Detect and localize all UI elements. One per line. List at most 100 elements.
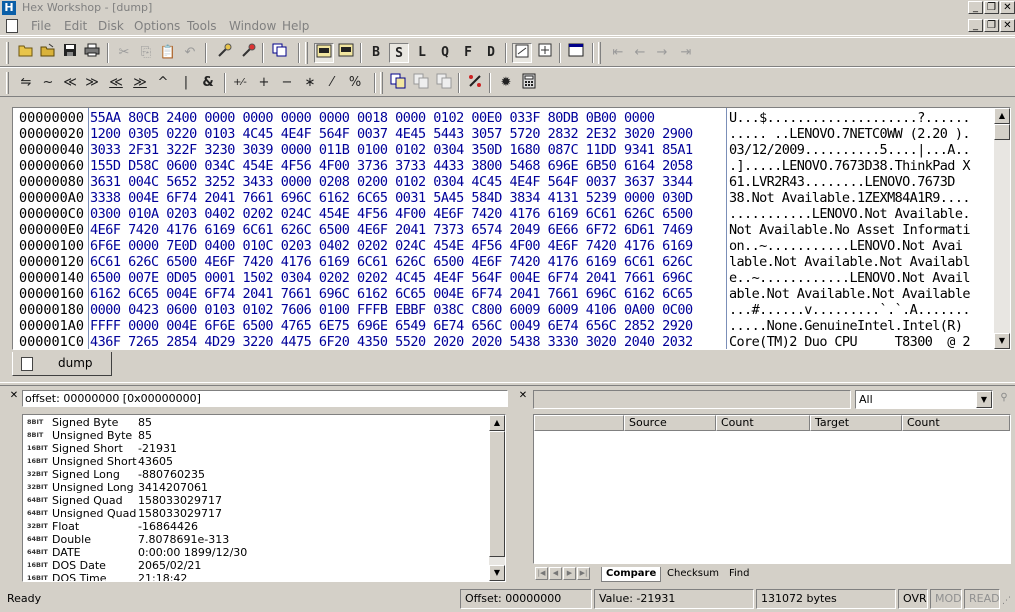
- document-icon[interactable]: [6, 19, 18, 33]
- hex-row-ascii[interactable]: on..~...........LENOVO.Not Avai: [729, 238, 963, 254]
- hex-row-bytes[interactable]: 1200 0305 0220 0103 4C45 4E4F 564F 0037 …: [90, 126, 693, 142]
- inspector-value[interactable]: 85: [138, 416, 152, 429]
- hex-vertical-scrollbar[interactable]: ▲ ▼: [994, 108, 1010, 349]
- hex-row-ascii[interactable]: U...$....................?......: [729, 110, 970, 126]
- menu-window[interactable]: Window: [229, 18, 276, 34]
- save-icon[interactable]: [60, 43, 80, 63]
- tab-checksum[interactable]: Checksum: [663, 567, 723, 582]
- byte-order-icon[interactable]: [512, 43, 532, 63]
- bitwise-and-icon[interactable]: &: [198, 73, 218, 93]
- inspector-row[interactable]: 32BIT Float -16864426: [23, 520, 489, 533]
- open-folder-icon[interactable]: [16, 43, 36, 63]
- menu-edit[interactable]: Edit: [64, 18, 87, 34]
- hex-row-ascii[interactable]: .].....LENOVO.7673D38.ThinkPad X: [729, 158, 970, 174]
- hex-row-bytes[interactable]: 6500 007E 0D05 0001 1502 0304 0202 0202 …: [90, 270, 693, 286]
- inspector-row[interactable]: 64BIT DATE 0:00:00 1899/12/30: [23, 546, 489, 559]
- inspector-value[interactable]: -21931: [138, 442, 177, 455]
- add-icon[interactable]: +: [254, 73, 274, 93]
- swap-icon[interactable]: ⇋: [16, 73, 36, 93]
- goto-end-icon[interactable]: ⇥: [676, 43, 696, 63]
- compare-prev-icon[interactable]: [434, 73, 454, 93]
- hex-row-ascii[interactable]: 61.LVR2R43........LENOVO.7673D: [729, 174, 955, 190]
- inspector-row[interactable]: 8BIT Unsigned Byte 85: [23, 429, 489, 442]
- inspector-row[interactable]: 16BIT Unsigned Short 43605: [23, 455, 489, 468]
- hex-row-ascii[interactable]: .....None.GenuineIntel.Intel(R): [729, 318, 970, 334]
- format-quad-button[interactable]: Q: [435, 43, 455, 63]
- mdi-close-button[interactable]: ✕: [1000, 19, 1015, 32]
- last-tab-icon[interactable]: ▶|: [577, 567, 590, 580]
- toolbar-grip[interactable]: [380, 72, 383, 94]
- compare-next-icon[interactable]: [411, 73, 431, 93]
- tab-compare[interactable]: Compare: [601, 567, 662, 582]
- bitwise-or-icon[interactable]: |: [176, 73, 196, 93]
- inspector-row[interactable]: 16BIT Signed Short -21931: [23, 442, 489, 455]
- hex-row-ascii[interactable]: Core(TM)2 Duo CPU T8300 @ 2: [729, 334, 970, 350]
- offset-field[interactable]: offset: 00000000 [0x00000000]: [22, 390, 508, 407]
- chevron-down-icon[interactable]: ▼: [976, 391, 992, 408]
- menu-help[interactable]: Help: [282, 18, 309, 34]
- subtract-icon[interactable]: −: [277, 73, 297, 93]
- format-short-button[interactable]: S: [389, 43, 409, 63]
- back-icon[interactable]: ←: [630, 43, 650, 63]
- status-ovr[interactable]: OVR: [898, 589, 928, 609]
- hex-row-ascii[interactable]: ...#......v.........`.`.A.......: [729, 302, 970, 318]
- hex-row-ascii[interactable]: ..... ..LENOVO.7NETC0WW (2.20 ).: [729, 126, 970, 142]
- panel-layout-icon[interactable]: [566, 43, 586, 63]
- close-button[interactable]: ✕: [1000, 1, 1015, 14]
- settings-gear-icon[interactable]: ✹: [496, 73, 516, 93]
- paste-icon[interactable]: 📋: [158, 43, 178, 63]
- bitwise-not-icon[interactable]: ~: [38, 73, 58, 93]
- panel-splitter[interactable]: [0, 382, 1015, 386]
- inspector-row[interactable]: 8BIT Signed Byte 85: [23, 416, 489, 429]
- menu-disk[interactable]: Disk: [98, 18, 124, 34]
- hex-row-ascii[interactable]: e..~............LENOVO.Not Avail: [729, 270, 970, 286]
- hex-row-bytes[interactable]: 55AA 80CB 2400 0000 0000 0000 0000 0018 …: [90, 110, 655, 126]
- copy-icon[interactable]: ⎘: [136, 43, 156, 63]
- shift-right-icon[interactable]: ≫: [82, 73, 102, 93]
- column-header-source[interactable]: Source: [624, 415, 716, 431]
- results-filter-select[interactable]: All ▼: [855, 390, 993, 409]
- inspector-row[interactable]: 16BIT DOS Date 2065/02/21: [23, 559, 489, 572]
- menu-options[interactable]: Options: [134, 18, 180, 34]
- goto-start-icon[interactable]: ⇤: [608, 43, 628, 63]
- format-float-button[interactable]: F: [458, 43, 478, 63]
- scroll-up-icon[interactable]: ▲: [489, 415, 505, 431]
- unicode-icon[interactable]: [535, 43, 555, 63]
- hex-row-bytes[interactable]: 6162 6C65 004E 6F74 2041 7661 696C 6162 …: [90, 286, 693, 302]
- column-header-blank[interactable]: [534, 415, 624, 431]
- hex-row-ascii[interactable]: able.Not Available.Not Available: [729, 286, 970, 302]
- restore-button[interactable]: ❐: [984, 1, 999, 14]
- bookmark-icon[interactable]: [214, 43, 234, 63]
- prev-tab-icon[interactable]: ◀: [549, 567, 562, 580]
- column-header-target[interactable]: Target: [810, 415, 902, 431]
- bookmark-add-icon[interactable]: [238, 43, 258, 63]
- open-file-icon[interactable]: [38, 43, 58, 63]
- negate-icon[interactable]: +⁄-: [230, 73, 250, 93]
- pin-icon[interactable]: ⚲: [999, 393, 1009, 403]
- inspector-value[interactable]: 85: [138, 429, 152, 442]
- hex-row-bytes[interactable]: 3631 004C 5652 3252 3433 0000 0208 0200 …: [90, 174, 693, 190]
- inspector-value[interactable]: 43605: [138, 455, 173, 468]
- hex-row-ascii[interactable]: lable.Not Available.Not Availabl: [729, 254, 970, 270]
- inspector-value[interactable]: 21:18:42: [138, 572, 187, 581]
- undo-icon[interactable]: ↶: [180, 43, 200, 63]
- inspector-row[interactable]: 64BIT Double 7.8078691e-313: [23, 533, 489, 546]
- scroll-thumb[interactable]: [994, 124, 1010, 140]
- hex-editor[interactable]: 00000000 55AA 80CB 2400 0000 0000 0000 00…: [12, 107, 1011, 350]
- hex-base-icon[interactable]: [314, 43, 334, 63]
- resize-grip-icon[interactable]: ⋰: [1002, 596, 1014, 608]
- menu-tools[interactable]: Tools: [187, 18, 217, 34]
- scroll-down-icon[interactable]: ▼: [994, 333, 1010, 349]
- hex-row-ascii[interactable]: Not Available.No Asset Informati: [729, 222, 970, 238]
- column-header-count-2[interactable]: Count: [902, 415, 1010, 431]
- close-panel-icon[interactable]: ✕: [9, 391, 19, 401]
- hex-row-bytes[interactable]: 436F 7265 2854 4D29 3220 4475 6F20 4350 …: [90, 334, 693, 350]
- next-tab-icon[interactable]: ▶: [563, 567, 576, 580]
- hex-row-bytes[interactable]: 3338 004E 6F74 2041 7661 696C 6162 6C65 …: [90, 190, 693, 206]
- hex-row-bytes[interactable]: 3033 2F31 322F 3230 3039 0000 011B 0100 …: [90, 142, 693, 158]
- print-icon[interactable]: [82, 43, 102, 63]
- inspector-vertical-scrollbar[interactable]: ▲ ▼: [489, 415, 505, 581]
- hex-row-bytes[interactable]: 0000 0423 0600 0103 0102 7606 0100 FFFB …: [90, 302, 693, 318]
- hex-row-bytes[interactable]: 4E6F 7420 4176 6169 6C61 626C 6500 4E6F …: [90, 222, 693, 238]
- inspector-row[interactable]: 64BIT Signed Quad 158033029717: [23, 494, 489, 507]
